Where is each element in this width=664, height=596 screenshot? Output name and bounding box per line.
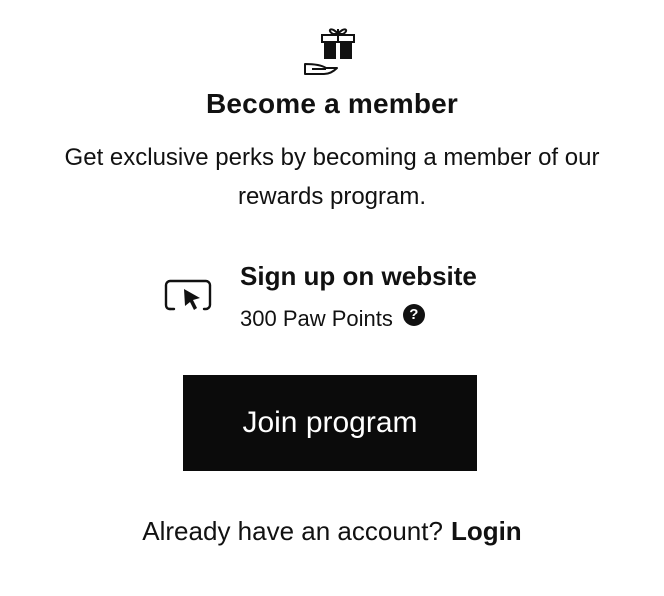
join-program-button[interactable]: Join program (183, 375, 477, 471)
perk-title: Sign up on website (240, 261, 477, 291)
gift-in-hand-icon (304, 28, 355, 75)
login-prompt: Already have an account? Login (0, 512, 664, 550)
perk-points: 300 Paw Points (240, 306, 393, 331)
question-mark-icon[interactable]: ? (402, 304, 425, 326)
login-prompt-text: Already have an account? (142, 516, 443, 546)
page-title: Become a member (205, 88, 458, 119)
program-description: Get exclusive perks by becoming a member… (64, 144, 600, 210)
perk-points-row: 300 Paw Points ? (240, 303, 425, 335)
login-link[interactable]: Login (451, 516, 522, 546)
cursor-click-icon (164, 279, 212, 311)
